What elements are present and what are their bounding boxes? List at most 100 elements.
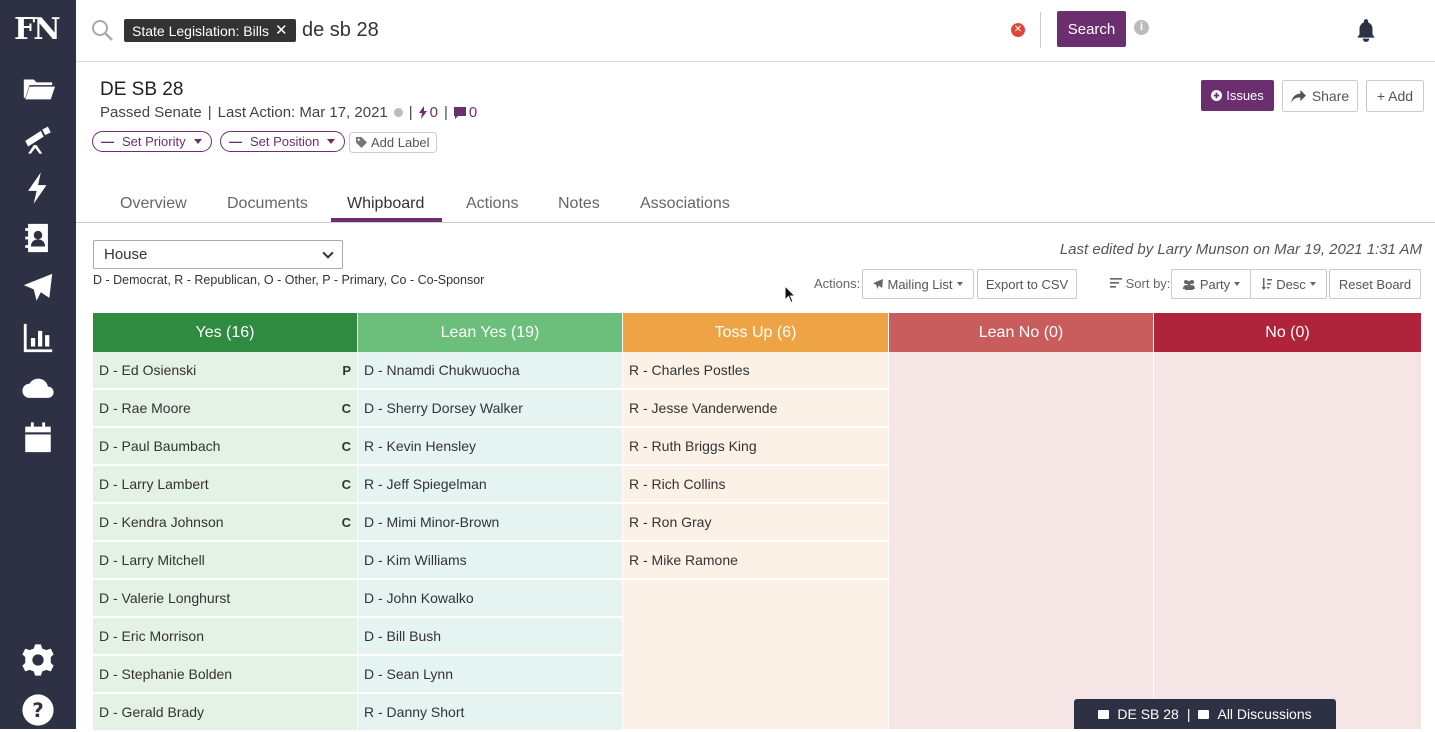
all-discussions-label[interactable]: All Discussions [1217,706,1311,722]
export-csv-button[interactable]: Export to CSV [977,269,1077,299]
clear-search-icon[interactable]: ✕ [1011,23,1025,37]
add-button[interactable]: + Add [1366,80,1424,112]
legislator-card[interactable]: R - Jesse Vanderwende [623,390,888,428]
calendar-icon[interactable] [18,420,58,456]
discussion-bill-label[interactable]: DE SB 28 [1117,706,1178,722]
sponsor-tag: C [341,400,351,416]
whip-column-body[interactable]: D - Ed Osienski P D - Rae Moore C D - Paul B… [93,352,357,732]
legislator-card[interactable]: D - Mimi Minor-Brown [358,504,622,542]
whip-column-body[interactable]: R - Charles Postles R - Jesse Vanderwende… [623,352,888,729]
tab-actions[interactable]: Actions [466,195,518,213]
tab-associations[interactable]: Associations [640,195,730,213]
party-legend: D - Democrat, R - Republican, O - Other,… [93,273,485,287]
search-input[interactable]: de sb 28 [302,19,379,42]
legislator-card[interactable]: D - Stephanie Bolden [93,656,357,694]
share-label: Share [1311,88,1350,104]
legislator-name: R - Rich Collins [629,476,726,492]
legislator-card[interactable]: R - Ruth Briggs King [623,428,888,466]
bolt-icon [418,106,427,119]
folder-icon[interactable] [18,70,58,106]
legislator-card[interactable]: D - Kendra Johnson C [93,504,357,542]
notes-count[interactable]: 0 [453,104,478,121]
contacts-icon[interactable] [18,220,58,256]
legislator-card[interactable]: D - Valerie Longhurst [93,580,357,618]
sort-by-text: Sort by: [1125,276,1171,291]
legislator-card[interactable]: D - Kim Williams [358,542,622,580]
tab-whipboard[interactable]: Whipboard [347,195,424,213]
whip-column-body[interactable] [1154,352,1421,729]
legislator-card[interactable]: R - Mike Ramone [623,542,888,580]
whip-column-header: Lean Yes (19) [358,313,622,352]
tab-notes[interactable]: Notes [558,195,600,213]
tab-documents[interactable]: Documents [227,195,308,213]
legislator-card[interactable]: R - Jeff Spiegelman [358,466,622,504]
notifications-bell-icon[interactable] [1353,16,1379,44]
legislator-card[interactable]: D - Bill Bush [358,618,622,656]
whip-column-body[interactable]: D - Nnamdi Chukwuocha D - Sherry Dorsey W… [358,352,622,732]
share-button[interactable]: Share [1282,80,1358,112]
sponsor-tag: P [342,362,351,378]
mailing-list-dropdown[interactable]: Mailing List [862,269,974,299]
last-action: Last Action: Mar 17, 2021 [217,104,388,121]
tab-overview[interactable]: Overview [120,195,187,213]
app-logo[interactable]: FN [14,12,62,48]
paper-plane-icon [873,279,884,289]
legislator-card[interactable]: D - Gerald Brady [93,694,357,732]
search-button[interactable]: Search [1057,11,1126,47]
whip-column-body[interactable] [889,352,1153,729]
cloud-icon[interactable] [18,370,58,406]
legislator-card[interactable]: D - Eric Morrison [93,618,357,656]
legislator-name: D - Larry Mitchell [99,552,205,568]
reset-board-button[interactable]: Reset Board [1329,269,1421,299]
sort-order-dropdown[interactable]: Desc [1250,269,1327,299]
bolt-icon[interactable] [18,170,58,206]
whip-column: Lean No (0) [889,313,1153,729]
discussion-bar[interactable]: DE SB 28 | All Discussions [1074,699,1336,729]
sponsor-tag: C [341,476,351,492]
info-icon[interactable]: i [1134,20,1149,35]
sort-field-dropdown[interactable]: Party [1171,269,1251,299]
legislator-card[interactable]: R - Kevin Hensley [358,428,622,466]
alerts-count[interactable]: 0 [418,104,438,121]
legislator-card[interactable]: D - Rae Moore C [93,390,357,428]
legislator-card[interactable]: R - Ron Gray [623,504,888,542]
chamber-select[interactable]: House [93,240,343,269]
legislator-name: R - Jeff Spiegelman [364,476,487,492]
legislator-card[interactable]: R - Rich Collins [623,466,888,504]
legislator-card[interactable]: D - Sherry Dorsey Walker [358,390,622,428]
actions-label: Actions: [814,276,861,291]
bill-meta: Passed Senate | Last Action: Mar 17, 202… [100,104,477,121]
note-count: 0 [468,104,478,121]
legislator-card[interactable]: D - Paul Baumbach C [93,428,357,466]
sort-by-label: Sort by: [1110,276,1170,291]
bar-chart-icon[interactable] [18,320,58,356]
legislator-card[interactable]: D - Sean Lynn [358,656,622,694]
paper-plane-icon[interactable] [18,270,58,306]
set-priority-dropdown[interactable]: — Set Priority [92,131,212,152]
legislator-name: D - Stephanie Bolden [99,666,233,682]
search-filter-chip[interactable]: State Legislation: Bills ✕ [124,19,296,42]
remove-filter-icon[interactable]: ✕ [275,23,288,38]
add-label-button[interactable]: Add Label [349,132,437,153]
sort-lines-icon [1110,278,1122,288]
whip-column-header: Yes (16) [93,313,357,352]
legislator-card[interactable]: D - Larry Lambert C [93,466,357,504]
last-action-info-icon[interactable] [393,108,403,117]
legislator-card[interactable]: D - Larry Mitchell [93,542,357,580]
gear-icon[interactable] [18,642,58,678]
set-position-dropdown[interactable]: — Set Position [220,131,345,152]
priority-dash-icon: — [101,134,114,149]
legislator-card[interactable]: D - John Kowalko [358,580,622,618]
svg-text:?: ? [32,699,44,722]
telescope-icon[interactable] [18,120,58,156]
legislator-card[interactable]: R - Danny Short [358,694,622,732]
legislator-card[interactable]: D - Ed Osienski P [93,352,357,390]
chevron-down-icon [327,139,336,144]
whip-column-header: Toss Up (6) [623,313,888,352]
legislator-card[interactable]: R - Charles Postles [623,352,888,390]
help-icon[interactable]: ? [18,692,58,728]
set-position-label: Set Position [250,134,320,149]
legislator-card[interactable]: D - Nnamdi Chukwuocha [358,352,622,390]
chamber-selected-value: House [104,246,148,263]
issues-button[interactable]: Issues [1201,80,1274,111]
